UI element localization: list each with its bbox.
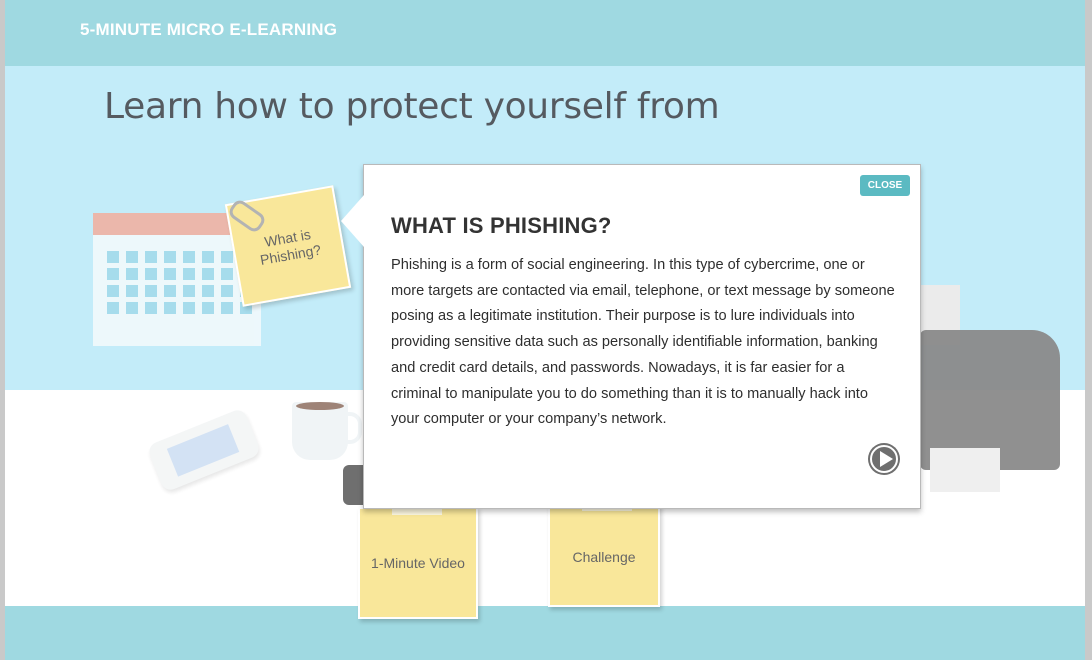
sticky-note-challenge[interactable]: Challenge [548, 501, 660, 607]
close-button[interactable]: CLOSE [860, 175, 910, 196]
play-button[interactable] [868, 443, 900, 475]
cup-icon [292, 402, 362, 460]
popup-title: WHAT IS PHISHING? [391, 213, 612, 238]
brand-title: 5-MINUTE MICRO E-LEARNING [80, 20, 338, 39]
sticky-note-label: 1-Minute Video [371, 555, 465, 571]
top-bar: 5-MINUTE MICRO E-LEARNING [5, 0, 1085, 66]
page-headline: Learn how to protect yourself from [104, 86, 720, 127]
popup-body-text: Phishing is a form of social engineering… [391, 257, 895, 428]
course-frame: 5-MINUTE MICRO E-LEARNING Learn how to p… [5, 0, 1085, 660]
play-triangle [880, 451, 893, 467]
sticky-note-label: Challenge [572, 549, 636, 565]
bottom-bar [5, 606, 1085, 660]
info-popup: CLOSE WHAT IS PHISHING? Phishing is a fo… [341, 164, 921, 509]
printer-output-tray [930, 448, 1000, 492]
sticky-note-label: What is Phishing? [258, 226, 323, 268]
sticky-note-video[interactable]: 1-Minute Video [358, 505, 478, 619]
popup-pointer [341, 195, 364, 247]
